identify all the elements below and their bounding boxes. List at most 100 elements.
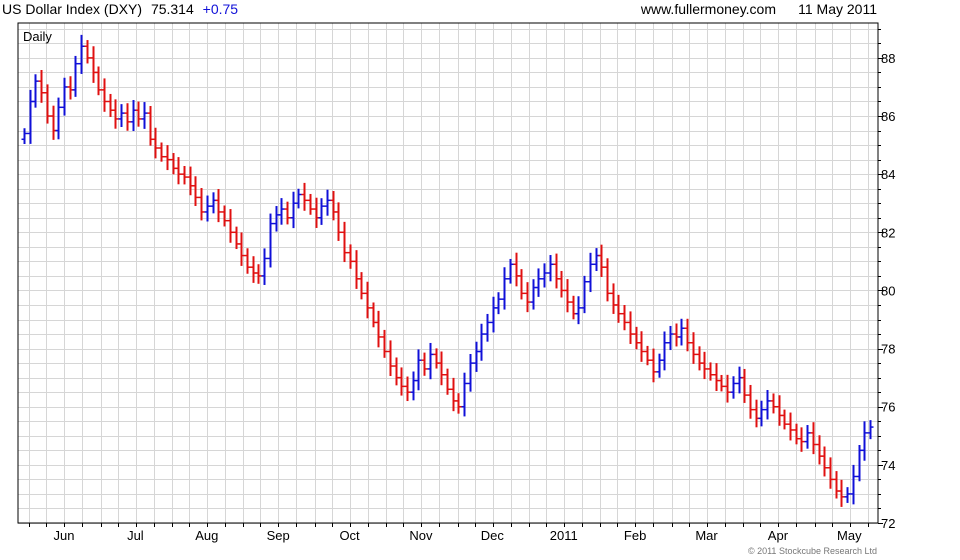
chart: 72 74 76 78 80 82 84 86 88 Jun Jul Aug Sep Oct Nov Dec 2…: [0, 0, 960, 560]
ohlc-bar: [50, 105, 57, 140]
ohlc-bar: [164, 145, 171, 171]
ohlc-bar: [393, 357, 400, 386]
ohlc-bar: [615, 294, 622, 323]
ohlc-bar: [290, 191, 297, 229]
ohlc-bar: [55, 97, 62, 140]
ohlc-bar: [678, 318, 685, 346]
y-tick-label: 76: [881, 400, 895, 415]
x-tick-label: Apr: [768, 528, 789, 543]
ohlc-bar: [816, 435, 823, 465]
ohlc-bar: [450, 377, 457, 412]
ohlc-bar: [72, 55, 79, 97]
ohlc-bar: [204, 195, 211, 222]
ohlc-bar: [764, 390, 771, 420]
ohlc-bar: [410, 371, 417, 401]
ohlc-bar: [587, 252, 594, 293]
copyright-text: © 2011 Stockcube Research Ltd: [748, 546, 877, 556]
ohlc-bar: [690, 332, 697, 364]
ohlc-bar: [95, 66, 102, 96]
ohlc-bar: [838, 479, 845, 507]
ohlc-bar: [61, 77, 68, 116]
y-tick-label: 78: [881, 342, 895, 357]
ohlc-bar: [467, 353, 474, 392]
ohlc-bar: [21, 128, 28, 144]
ohlc-bar: [307, 193, 314, 215]
ohlc-bar: [301, 182, 308, 211]
ohlc-bar: [415, 349, 422, 391]
ohlc-bar: [558, 270, 565, 298]
ohlc-bar: [421, 352, 428, 376]
ohlc-bar: [278, 198, 285, 225]
ohlc-bar: [364, 281, 371, 319]
ohlc-bar: [484, 313, 491, 342]
ohlc-bar: [192, 176, 199, 206]
x-tick-label: Mar: [695, 528, 718, 543]
ohlc-bar: [730, 376, 737, 399]
last-price: 75.314: [151, 1, 194, 17]
ohlc-bar: [427, 342, 434, 380]
ohlc-bar: [387, 340, 394, 376]
ohlc-bar: [181, 165, 188, 185]
ohlc-bar: [112, 99, 119, 129]
ohlc-bar: [547, 255, 554, 282]
ohlc-bar: [844, 487, 851, 503]
ohlc-bar: [656, 353, 663, 378]
ohlc-bar: [375, 310, 382, 348]
grid: [18, 23, 878, 524]
ohlc-bar: [152, 127, 159, 159]
ohlc-bar: [313, 197, 320, 228]
ohlc-bar: [227, 209, 234, 243]
ohlc-bar: [513, 252, 520, 287]
chart-title: US Dollar Index (DXY): [2, 1, 142, 17]
ohlc-bar: [621, 305, 628, 331]
ohlc-bar: [701, 351, 708, 380]
ohlc-bar: [353, 250, 360, 289]
ohlc-bar: [650, 348, 657, 383]
ohlc-bar: [250, 256, 257, 283]
ohlc-bar: [747, 384, 754, 419]
ohlc-bar: [741, 368, 748, 403]
ohlc-bar: [215, 189, 222, 223]
y-tick-label: 82: [881, 225, 895, 240]
ohlc-bar: [770, 393, 777, 414]
ohlc-bar: [78, 34, 85, 74]
ohlc-bar: [370, 302, 377, 328]
ohlc-bar: [267, 213, 274, 268]
ohlc-bar: [101, 78, 108, 112]
ohlc-bar: [736, 366, 743, 394]
ohlc-bar: [44, 84, 51, 124]
ohlc-bar: [627, 311, 634, 344]
ohlc-bar: [455, 393, 462, 414]
ohlc-bar: [32, 74, 39, 108]
ohlc-bar: [633, 326, 640, 350]
ohlc-bar: [495, 292, 502, 315]
ohlc-bar: [553, 253, 560, 289]
ohlc-bar: [604, 258, 611, 302]
ohlc-bar: [284, 201, 291, 225]
ohlc-bar: [798, 427, 805, 452]
price-change: +0.75: [203, 1, 239, 17]
site-link[interactable]: www.fullermoney.com: [640, 1, 776, 17]
ohlc-bar: [38, 69, 45, 103]
x-tick-label: Oct: [339, 528, 360, 543]
ohlc-bar: [233, 226, 240, 250]
ohlc-bar: [347, 244, 354, 269]
axis-labels: 72 74 76 78 80 82 84 86 88 Jun Jul Aug Sep Oct Nov Dec 2…: [54, 51, 896, 543]
ohlc-bar: [221, 205, 228, 227]
ohlc-bar: [661, 331, 668, 371]
ohlc-bar: [118, 104, 125, 128]
ohlc-bar: [198, 188, 205, 221]
y-tick-label: 74: [881, 458, 895, 473]
ohlc-bar: [461, 372, 468, 417]
ohlc-bar: [610, 283, 617, 314]
y-tick-label: 72: [881, 516, 895, 531]
ohlc-bar: [753, 399, 760, 428]
ohlc-bar: [598, 244, 605, 277]
ohlc-bar: [575, 296, 582, 325]
ohlc-bar: [318, 198, 325, 225]
ohlc-bar: [170, 153, 177, 175]
ohlc-bar: [535, 268, 542, 297]
ohlc-bar: [90, 46, 97, 83]
header-date: 11 May 2011: [798, 1, 877, 17]
ohlc-bar: [570, 295, 577, 320]
